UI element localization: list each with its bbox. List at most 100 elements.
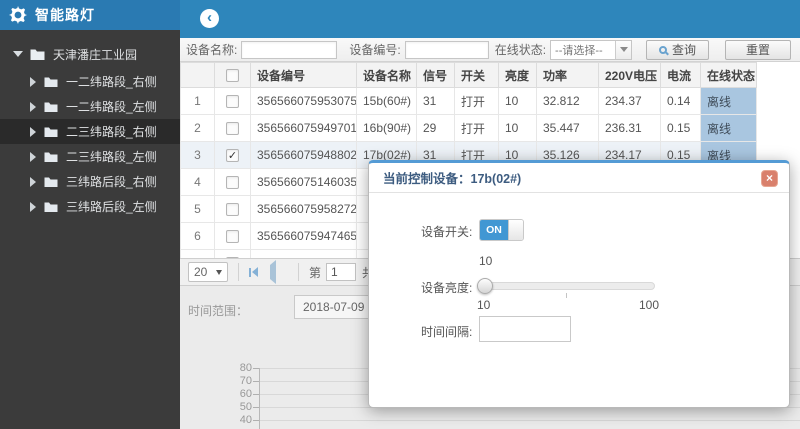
time-range-label: 时间范围： xyxy=(188,304,249,318)
row-checkbox[interactable] xyxy=(226,176,239,190)
status-cell: 离线 xyxy=(700,87,757,115)
table-row[interactable]: 2 356566075949701 16b(90#) 29 打开 10 35.447 236.… xyxy=(180,114,757,142)
y-axis-tick-label: 70 xyxy=(239,375,252,387)
column-header: 电流 xyxy=(660,62,701,88)
folder-icon xyxy=(44,127,58,137)
column-header: 设备编号 xyxy=(250,62,357,88)
filter-bar: 设备名称: 设备编号: 在线状态: --请选择-- 查询 重置 xyxy=(180,38,800,62)
axis-tick-mark xyxy=(253,407,259,408)
tree-item[interactable]: 二三纬路段_右侧 xyxy=(0,119,180,144)
prev-page-button[interactable] xyxy=(270,260,276,284)
tree-item[interactable]: 二三纬路段_左侧 xyxy=(0,144,180,169)
online-status-select[interactable]: --请选择-- xyxy=(550,39,633,60)
row-checkbox[interactable] xyxy=(226,95,239,109)
slider-thumb[interactable] xyxy=(477,278,493,294)
table-cell xyxy=(214,114,251,142)
table-cell: 29 xyxy=(416,114,455,142)
chevron-down-icon xyxy=(216,269,222,275)
query-button[interactable]: 查询 xyxy=(646,39,710,60)
tree-root-node[interactable]: 天津潘庄工业园 xyxy=(0,43,180,65)
table-cell: 10 xyxy=(498,114,537,142)
brightness-slider[interactable] xyxy=(477,278,655,294)
modal-title: 当前控制设备：17b(02#) xyxy=(383,172,522,186)
table-cell xyxy=(214,168,251,196)
axis-tick-mark xyxy=(253,368,259,369)
folder-icon xyxy=(44,202,58,212)
column-header: 功率 xyxy=(536,62,599,88)
table-cell: 236.31 xyxy=(598,114,661,142)
table-cell: 356566075948802 xyxy=(250,141,357,169)
column-header: 设备名称 xyxy=(356,62,417,88)
table-cell: 7 xyxy=(180,249,215,258)
device-id-input[interactable] xyxy=(404,40,489,59)
close-icon[interactable]: × xyxy=(761,170,778,187)
slider-min-label: 10 xyxy=(477,298,491,312)
row-checkbox[interactable]: ✓ xyxy=(226,149,239,163)
tree-item[interactable]: 一二纬路段_右侧 xyxy=(0,69,180,94)
device-switch-toggle[interactable]: ON xyxy=(479,219,524,241)
time-interval-input[interactable] xyxy=(479,316,571,342)
device-id-label: 设备编号: xyxy=(349,43,401,57)
tree-item-label: 二三纬路段_左侧 xyxy=(66,150,157,164)
reset-button[interactable]: 重置 xyxy=(725,39,792,60)
table-cell: 35.447 xyxy=(536,114,599,142)
table-row[interactable]: 1 356566075953075 15b(60#) 31 打开 10 32.812 234.… xyxy=(180,87,757,115)
device-switch-label: 设备开关: xyxy=(421,225,473,239)
tree-item[interactable]: 一二纬路段_左侧 xyxy=(0,94,180,119)
first-page-button[interactable] xyxy=(249,267,258,277)
page-size-select[interactable]: 20 xyxy=(188,262,228,282)
tree-item[interactable]: 三纬路后段_右侧 xyxy=(0,169,180,194)
table-cell: 5 xyxy=(180,195,215,223)
row-number-header xyxy=(180,62,215,88)
table-cell: 10 xyxy=(498,87,537,115)
select-all-checkbox[interactable] xyxy=(226,69,239,83)
brightness-current-value: 10 xyxy=(479,254,493,268)
table-cell: 31 xyxy=(416,87,455,115)
tree-item-label: 一二纬路段_右侧 xyxy=(66,75,157,89)
first-page-icon xyxy=(252,267,258,277)
device-brightness-label: 设备亮度: xyxy=(421,281,473,295)
select-all-header xyxy=(214,62,251,88)
axis-tick-mark xyxy=(253,381,259,382)
page-number-input[interactable] xyxy=(326,263,357,281)
table-cell: 234.37 xyxy=(598,87,661,115)
online-status-selected-value: --请选择-- xyxy=(555,44,603,57)
tree-item-label: 一二纬路段_左侧 xyxy=(66,100,157,114)
back-button[interactable]: ‹ xyxy=(200,9,219,28)
toggle-on-label: ON xyxy=(480,220,508,240)
caret-right-icon xyxy=(30,101,36,112)
search-icon xyxy=(659,45,668,54)
online-status-label: 在线状态: xyxy=(494,43,547,57)
axis-tick-mark xyxy=(253,420,259,421)
folder-open-icon xyxy=(30,49,45,60)
table-cell: 0.15 xyxy=(660,114,701,142)
table-cell: 0.14 xyxy=(660,87,701,115)
sidebar-tree-items: 一二纬路段_右侧 一二纬路段_左侧二三纬路段_右侧二三纬路段_左侧三纬路后段_右侧… xyxy=(0,69,180,219)
table-cell: 15b(60#) xyxy=(356,87,417,115)
caret-right-icon xyxy=(30,126,36,137)
tree-item[interactable]: 三纬路后段_左侧 xyxy=(0,194,180,219)
caret-right-icon xyxy=(30,76,36,87)
y-axis-tick-label: 40 xyxy=(239,414,252,426)
table-cell: 356566075146035 xyxy=(250,168,357,196)
table-cell xyxy=(214,87,251,115)
row-checkbox[interactable] xyxy=(226,122,239,136)
app-title: 智能路灯 xyxy=(35,7,95,23)
table-cell: 4 xyxy=(180,168,215,196)
table-cell: 打开 xyxy=(454,114,499,142)
row-checkbox[interactable] xyxy=(226,230,239,244)
table-cell: 356566075953075 xyxy=(250,87,357,115)
axis-tick-mark xyxy=(253,394,259,395)
column-header: 220V电压 xyxy=(598,62,661,88)
modal-header: 当前控制设备：17b(02#) xyxy=(369,163,789,193)
row-checkbox[interactable] xyxy=(226,203,239,217)
table-header-row: 设备编号 设备名称 信号 开关 亮度 功率 220V电压 电流 在线状态 xyxy=(180,62,757,88)
table-cell: 1 xyxy=(180,87,215,115)
chevron-left-icon: ‹ xyxy=(207,9,212,26)
tree-item-label: 三纬路后段_左侧 xyxy=(66,200,157,214)
y-axis-tick-label: 50 xyxy=(239,401,252,413)
table-cell: 356566075947465 xyxy=(250,222,357,250)
folder-icon xyxy=(44,177,58,187)
divider xyxy=(298,263,299,281)
device-name-input[interactable] xyxy=(241,40,338,59)
